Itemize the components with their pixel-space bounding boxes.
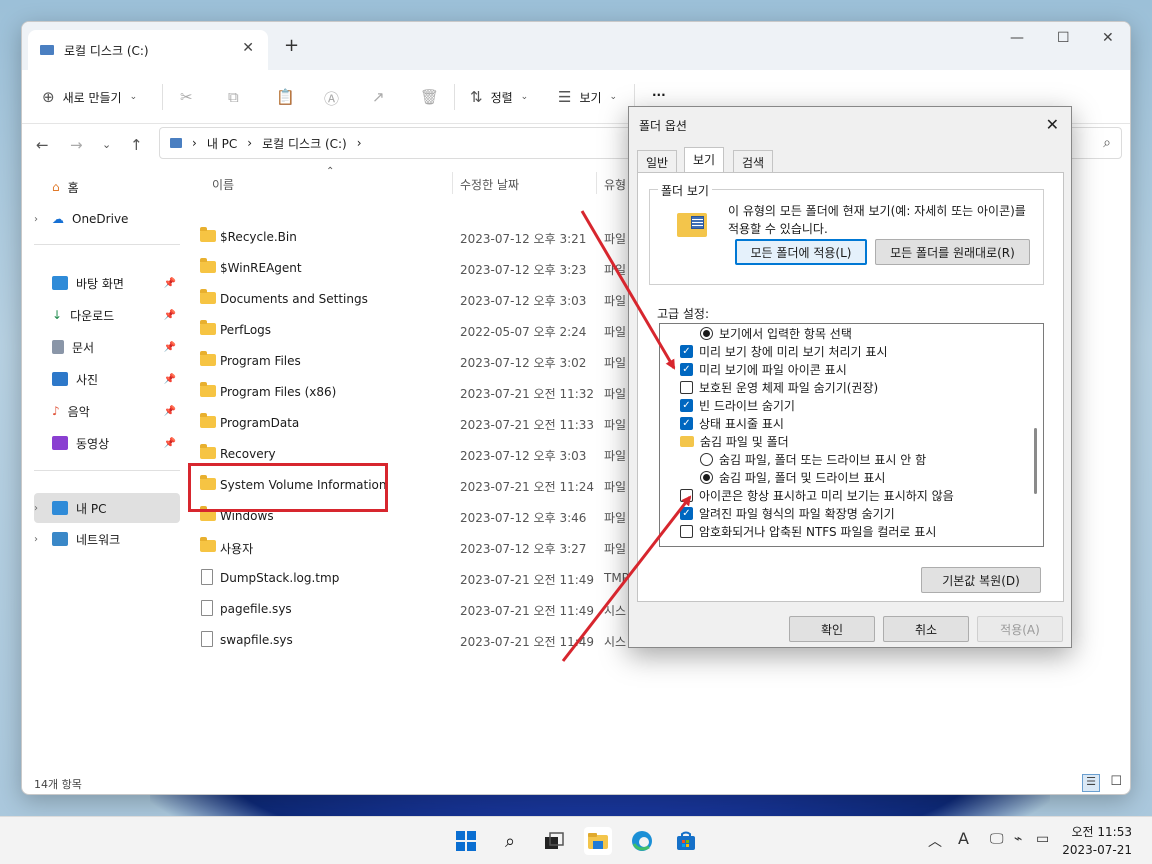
file-explorer-icon[interactable] <box>584 827 612 855</box>
ime-indicator[interactable]: A <box>958 829 969 848</box>
arrow-to-file-icon-option <box>580 210 676 370</box>
store-icon[interactable] <box>672 827 700 855</box>
battery-icon[interactable]: ▭ <box>1036 831 1049 847</box>
chevron-up-icon[interactable]: ︿ <box>928 831 942 851</box>
annotation-arrows <box>561 210 692 662</box>
start-icon[interactable] <box>452 827 480 855</box>
network-icon[interactable]: ⌁ <box>1014 831 1022 847</box>
clock-time: 오전 11:53 <box>1071 825 1132 839</box>
edge-icon[interactable] <box>628 827 656 855</box>
task-view-icon[interactable] <box>540 827 568 855</box>
clock-date: 2023-07-21 <box>1062 843 1132 857</box>
clock[interactable]: 오전 11:53 2023-07-21 <box>1062 823 1132 859</box>
arrow-to-always-show-icons-option <box>561 495 692 662</box>
search-icon[interactable]: ⌕ <box>496 827 524 855</box>
taskbar: ⌕ ︿ A 🖵 ⌁ ▭ 오전 11:53 2023-07-21 <box>0 816 1152 864</box>
display-icon[interactable]: 🖵 <box>990 831 1004 847</box>
